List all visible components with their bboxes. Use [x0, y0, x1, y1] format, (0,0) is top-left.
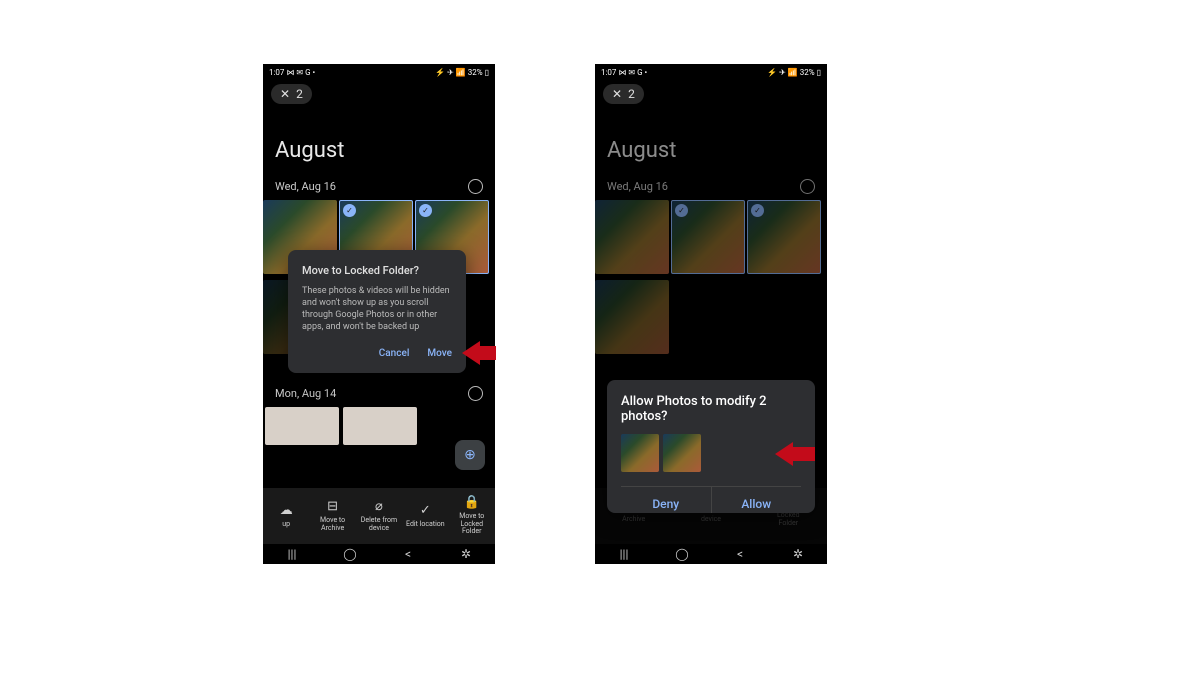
date-label: Wed, Aug 16 [607, 180, 668, 193]
battery-icon: ▯ [485, 68, 489, 77]
archive-icon: ⊟ [327, 500, 338, 514]
allow-button[interactable]: Allow [712, 487, 802, 513]
status-icons-right: ⚡ ✈ 📶 [435, 68, 466, 77]
date-label: Wed, Aug 16 [275, 180, 336, 193]
move-locked-dialog: Move to Locked Folder? These photos & vi… [288, 250, 466, 373]
photo-thumbnail[interactable] [595, 200, 669, 274]
dialog-title: Move to Locked Folder? [302, 264, 452, 277]
lock-icon: 🔒 [464, 496, 480, 510]
dialog-thumbs [621, 434, 801, 472]
date-row-1: Wed, Aug 16 [595, 177, 827, 200]
recents-button[interactable]: ||| [614, 547, 634, 561]
month-header: August [263, 108, 495, 177]
photo-thumbnail[interactable]: ✓ [671, 200, 745, 274]
status-bar: 1:07 ⋈ ✉ G • ⚡ ✈ 📶 32% ▯ [263, 64, 495, 80]
locked-folder-button[interactable]: 🔒 Move to Locked Folder [452, 496, 492, 536]
accessibility-button[interactable]: ✲ [456, 547, 476, 561]
dialog-title: Allow Photos to modify 2 photos? [621, 394, 801, 424]
recents-button[interactable]: ||| [282, 547, 302, 561]
selection-chip[interactable]: ✕ 2 [271, 84, 312, 104]
photo-thumbnail[interactable] [343, 407, 417, 445]
back-button[interactable]: < [730, 547, 750, 561]
backup-button[interactable]: ☁ up [266, 504, 306, 529]
action-bar: ☁ up ⊟ Move to Archive ⌀ Delete from dev… [263, 488, 495, 544]
status-time: 1:07 [269, 68, 284, 77]
select-all-circle[interactable] [468, 386, 483, 401]
month-header: August [595, 108, 827, 177]
close-icon[interactable]: ✕ [280, 87, 290, 101]
archive-button[interactable]: ⊟ Move to Archive [313, 500, 353, 532]
status-battery: 32% [800, 68, 815, 77]
status-icons-left: ⋈ ✉ G • [618, 68, 647, 77]
android-navbar: ||| ◯ < ✲ [263, 544, 495, 564]
phone-screenshot-left: 1:07 ⋈ ✉ G • ⚡ ✈ 📶 32% ▯ ✕ 2 August Wed,… [263, 64, 495, 564]
photo-thumbnail[interactable] [595, 280, 669, 354]
phone-screenshot-right: 1:07 ⋈ ✉ G • ⚡ ✈ 📶 32% ▯ ✕ 2 August Wed,… [595, 64, 827, 564]
status-icons-left: ⋈ ✉ G • [286, 68, 315, 77]
edit-location-button[interactable]: ✓ Edit location [405, 504, 445, 529]
date-label: Mon, Aug 14 [275, 387, 336, 400]
thumbnail-row [595, 280, 827, 354]
status-time: 1:07 [601, 68, 616, 77]
android-navbar: ||| ◯ < ✲ [595, 544, 827, 564]
selection-topbar: ✕ 2 [595, 80, 827, 108]
selection-count: 2 [296, 87, 303, 101]
back-button[interactable]: < [398, 547, 418, 561]
deny-button[interactable]: Deny [621, 487, 712, 513]
close-icon[interactable]: ✕ [612, 87, 622, 101]
check-icon: ✓ [751, 204, 764, 217]
status-icons-right: ⚡ ✈ 📶 [767, 68, 798, 77]
photo-thumbnail[interactable]: ✓ [747, 200, 821, 274]
dialog-actions: Deny Allow [621, 486, 801, 513]
photo-thumbnail [621, 434, 659, 472]
home-button[interactable]: ◯ [672, 547, 692, 561]
date-row-2: Mon, Aug 14 [263, 384, 495, 407]
delete-icon: ⌀ [375, 500, 383, 514]
date-row-1: Wed, Aug 16 [263, 177, 495, 200]
selection-chip[interactable]: ✕ 2 [603, 84, 644, 104]
select-all-circle[interactable] [468, 179, 483, 194]
status-battery: 32% [468, 68, 483, 77]
check-icon: ✓ [675, 204, 688, 217]
cancel-button[interactable]: Cancel [379, 348, 410, 359]
selection-topbar: ✕ 2 [263, 80, 495, 108]
move-button[interactable]: Move [427, 348, 452, 359]
accessibility-button[interactable]: ✲ [788, 547, 808, 561]
location-icon: ✓ [420, 504, 431, 518]
photo-thumbnail[interactable] [265, 407, 339, 445]
status-bar: 1:07 ⋈ ✉ G • ⚡ ✈ 📶 32% ▯ [595, 64, 827, 80]
select-all-circle[interactable] [800, 179, 815, 194]
selection-count: 2 [628, 87, 635, 101]
home-button[interactable]: ◯ [340, 547, 360, 561]
magnify-icon: ⊕ [464, 447, 476, 463]
battery-icon: ▯ [817, 68, 821, 77]
check-icon: ✓ [419, 204, 432, 217]
zoom-fab[interactable]: ⊕ [455, 440, 485, 470]
dialog-body: These photos & videos will be hidden and… [302, 285, 452, 334]
photo-thumbnail [663, 434, 701, 472]
delete-button[interactable]: ⌀ Delete from device [359, 500, 399, 532]
cloud-icon: ☁ [280, 504, 293, 518]
dialog-actions: Cancel Move [302, 348, 452, 359]
thumbnail-row: ✓ ✓ [595, 200, 827, 274]
check-icon: ✓ [343, 204, 356, 217]
